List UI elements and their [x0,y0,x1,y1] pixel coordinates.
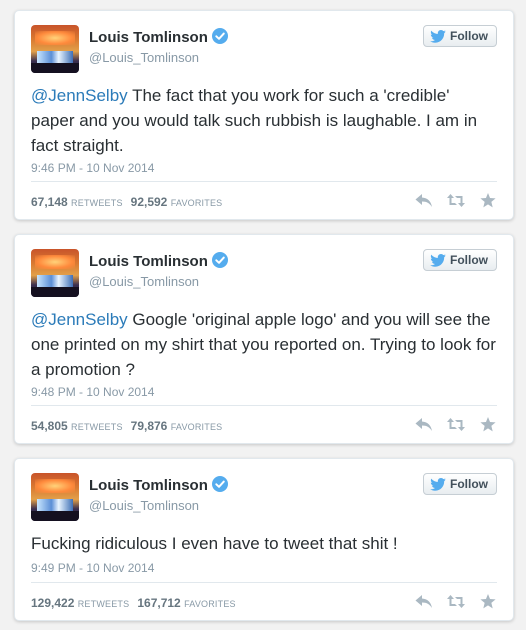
avatar[interactable] [31,25,79,73]
follow-button[interactable]: Follow [423,473,497,495]
twitter-bird-icon [430,29,446,43]
retweet-count[interactable]: 129,422 [31,596,74,610]
divider [31,405,497,406]
favorite-count[interactable]: 167,712 [137,596,180,610]
favorite-count[interactable]: 92,592 [131,195,168,209]
favorite-label: FAVORITES [170,198,223,208]
tweet-stats: 129,422 RETWEETS 167,712 FAVORITES [31,596,244,610]
reply-icon[interactable] [415,594,433,609]
tweet-actions [415,193,497,208]
verified-badge-icon [211,476,228,492]
author-name[interactable]: Louis Tomlinson [89,29,208,46]
retweet-count[interactable]: 54,805 [31,419,68,433]
tweet-actions [415,594,497,609]
avatar[interactable] [31,249,79,297]
divider [31,582,497,583]
author-handle[interactable]: @Louis_Tomlinson [89,50,199,65]
author-handle[interactable]: @Louis_Tomlinson [89,274,199,289]
favorite-count[interactable]: 79,876 [131,419,168,433]
tweet-stats: 54,805 RETWEETS 79,876 FAVORITES [31,419,230,433]
tweet-timestamp[interactable]: 9:48 PM - 10 Nov 2014 [31,385,154,399]
tweet-text: @JennSelby The fact that you work for su… [31,83,497,158]
reply-icon[interactable] [415,193,433,208]
verified-badge-icon [211,28,228,44]
follow-label: Follow [450,253,488,267]
tweet-actions [415,417,497,432]
star-icon[interactable] [479,417,497,432]
retweet-count[interactable]: 67,148 [31,195,68,209]
tweet-stats: 67,148 RETWEETS 92,592 FAVORITES [31,195,230,209]
retweet-icon[interactable] [447,193,465,208]
mention-link[interactable]: @JennSelby [31,86,128,105]
retweet-icon[interactable] [447,417,465,432]
follow-label: Follow [450,477,488,491]
star-icon[interactable] [479,594,497,609]
author-name-row[interactable]: Louis Tomlinson [89,476,228,494]
author-name[interactable]: Louis Tomlinson [89,253,208,270]
follow-button[interactable]: Follow [423,249,497,271]
favorite-label: FAVORITES [170,422,223,432]
author-name-row[interactable]: Louis Tomlinson [89,252,228,270]
twitter-bird-icon [430,253,446,267]
star-icon[interactable] [479,193,497,208]
twitter-bird-icon [430,477,446,491]
follow-button[interactable]: Follow [423,25,497,47]
retweet-label: RETWEETS [71,198,123,208]
author-handle[interactable]: @Louis_Tomlinson [89,498,199,513]
retweet-label: RETWEETS [77,599,130,609]
favorite-label: FAVORITES [184,599,236,609]
tweet-text: @JennSelby Google 'original apple logo' … [31,307,497,382]
avatar[interactable] [31,473,79,521]
tweet-timestamp[interactable]: 9:49 PM - 10 Nov 2014 [31,561,154,575]
retweet-icon[interactable] [447,594,465,609]
tweet-card: Louis Tomlinson @Louis_Tomlinson Follow … [14,234,514,444]
tweet-timestamp[interactable]: 9:46 PM - 10 Nov 2014 [31,161,154,175]
mention-link[interactable]: @JennSelby [31,310,128,329]
author-name-row[interactable]: Louis Tomlinson [89,28,228,46]
divider [31,181,497,182]
tweet-card: Louis Tomlinson @Louis_Tomlinson Follow … [14,10,514,220]
verified-badge-icon [211,252,228,268]
reply-icon[interactable] [415,417,433,432]
follow-label: Follow [450,29,488,43]
author-name[interactable]: Louis Tomlinson [89,477,208,494]
tweet-card: Louis Tomlinson @Louis_Tomlinson Follow … [14,458,514,621]
tweet-text: Fucking ridiculous I even have to tweet … [31,531,497,556]
retweet-label: RETWEETS [71,422,123,432]
tweet-body: Fucking ridiculous I even have to tweet … [31,534,398,553]
